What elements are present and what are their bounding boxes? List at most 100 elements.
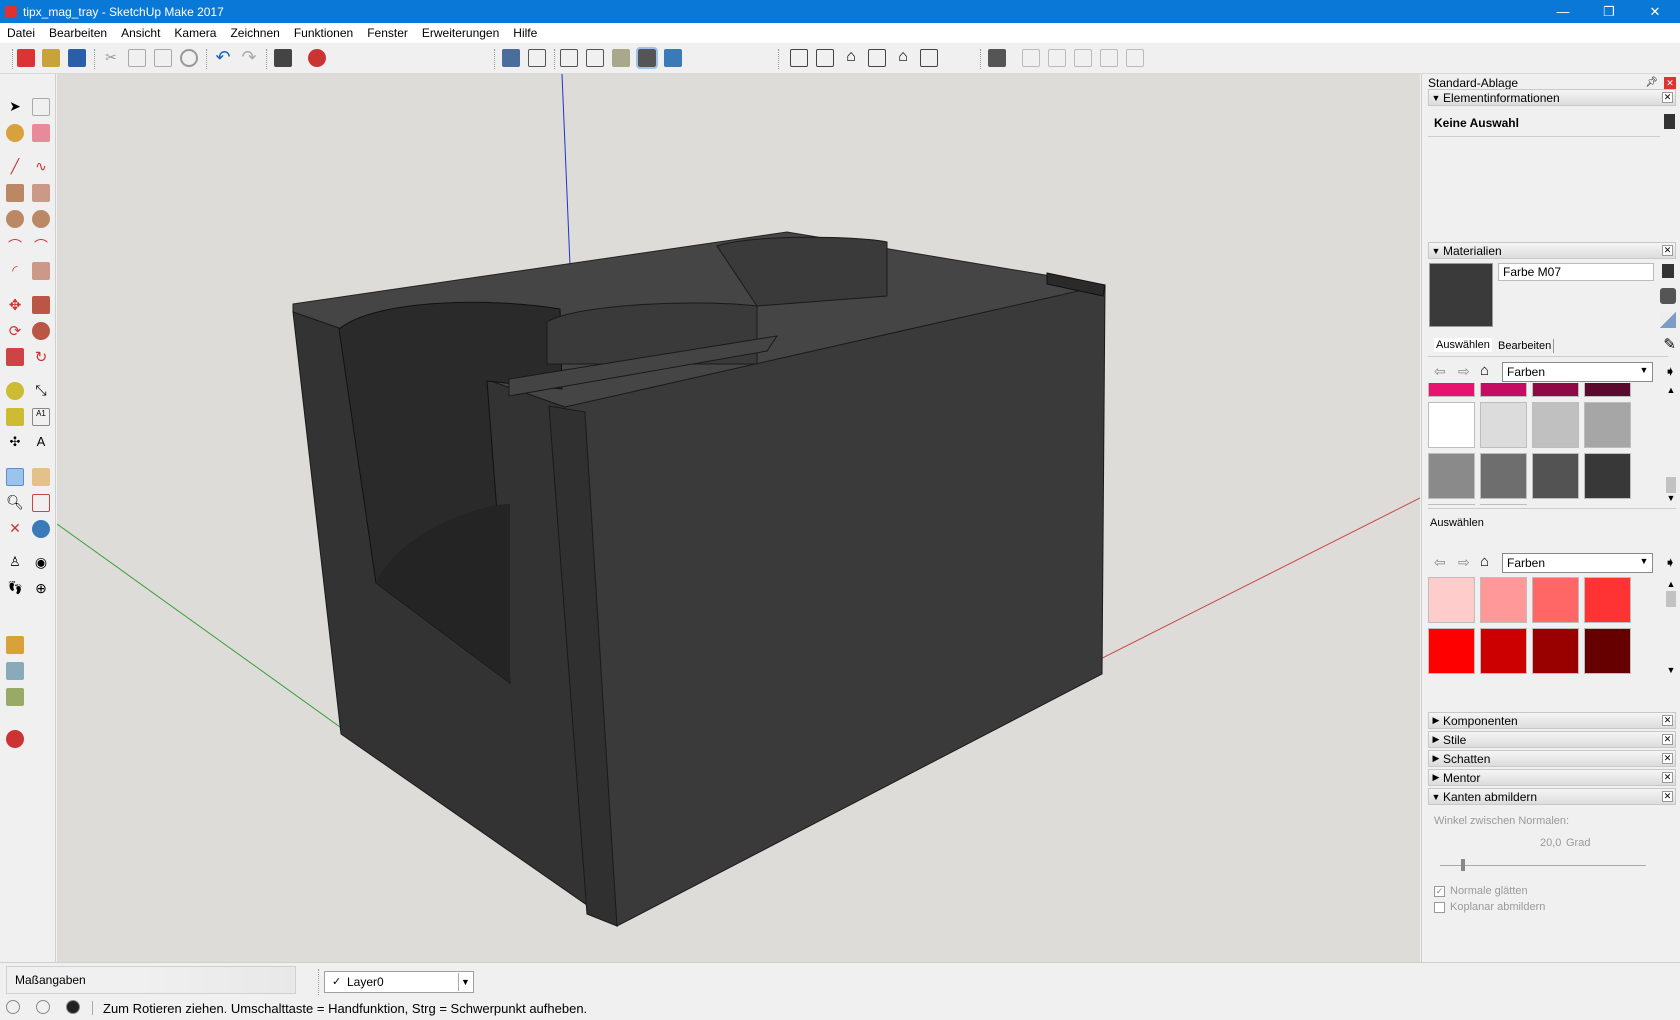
home-icon[interactable]: ⌂ (1480, 553, 1489, 570)
tape-measure-icon[interactable] (6, 382, 24, 400)
swatch[interactable] (1428, 577, 1475, 623)
offset-icon[interactable]: ↻ (32, 348, 50, 366)
polygon-icon[interactable] (32, 210, 50, 228)
paste-icon[interactable] (154, 49, 172, 67)
swatch[interactable] (1480, 504, 1527, 505)
orbit-icon[interactable] (6, 468, 24, 486)
xray-icon[interactable] (502, 49, 520, 67)
undo-icon[interactable]: ↶ (214, 48, 232, 67)
3d-text-icon[interactable]: A (32, 434, 50, 452)
scroll-thumb[interactable] (1666, 477, 1676, 493)
right-view-icon[interactable] (868, 49, 886, 67)
look-around-icon[interactable]: ◉ (32, 554, 50, 572)
home-icon[interactable]: ⌂ (1480, 362, 1489, 379)
swatch[interactable] (1480, 453, 1527, 499)
trim-icon[interactable] (1100, 49, 1118, 67)
minimize-button[interactable]: — (1540, 0, 1586, 23)
scroll-down-icon[interactable]: ▼ (1664, 493, 1678, 503)
position-camera-icon[interactable]: ♙ (6, 554, 24, 572)
swatch[interactable] (1584, 453, 1631, 499)
previous-view-icon[interactable] (32, 520, 50, 538)
print-icon[interactable] (274, 49, 292, 67)
menu-kamera[interactable]: Kamera (174, 26, 216, 40)
entity-info-close-icon[interactable]: ✕ (1662, 92, 1673, 103)
secondary-library-dropdown[interactable]: Farben ▼ (1502, 553, 1653, 573)
menu-erweiterungen[interactable]: Erweiterungen (422, 26, 499, 40)
soften-edges-header[interactable]: ▼ Kanten abmildern ✕ (1428, 788, 1676, 805)
menu-bearbeiten[interactable]: Bearbeiten (49, 26, 107, 40)
ruby-console-icon[interactable] (6, 730, 24, 748)
material-name-field[interactable]: Farbe M07 (1498, 263, 1654, 281)
two-point-arc-icon[interactable]: ⌒ (32, 236, 50, 254)
select-icon[interactable]: ➤ (6, 98, 24, 116)
dimension-icon[interactable]: ⤡ (32, 382, 50, 400)
scroll-thumb[interactable] (1666, 591, 1676, 607)
swatch[interactable] (1428, 383, 1475, 397)
swatch[interactable] (1480, 577, 1527, 623)
wireframe-icon[interactable] (560, 49, 578, 67)
details-toggle-icon[interactable] (1664, 114, 1675, 129)
credits-icon[interactable] (36, 1000, 50, 1014)
swatch[interactable] (1532, 577, 1579, 623)
make-component-icon[interactable] (32, 98, 50, 116)
split-icon[interactable] (1126, 49, 1144, 67)
shaded-textures-icon[interactable] (636, 47, 658, 69)
maximize-button[interactable]: ❐ (1586, 0, 1632, 23)
swatch[interactable] (1480, 383, 1527, 397)
union-icon[interactable] (1048, 49, 1066, 67)
back-arrow-icon[interactable]: ⇦ (1434, 554, 1446, 571)
library-dropdown[interactable]: Farben ▼ (1502, 362, 1653, 382)
components-header[interactable]: ▶ Komponenten ✕ (1428, 712, 1676, 729)
open-file-icon[interactable] (42, 49, 60, 67)
angle-slider-thumb[interactable] (1460, 859, 1465, 871)
measurements-box[interactable]: Maßangaben (6, 966, 296, 994)
menu-zeichnen[interactable]: Zeichnen (230, 26, 279, 40)
swatch-scrollbar-2[interactable]: ▲ ▼ (1664, 577, 1678, 677)
pan-icon[interactable] (32, 468, 50, 486)
copy-icon[interactable] (128, 49, 146, 67)
monochrome-icon[interactable] (664, 49, 682, 67)
swatch[interactable] (1584, 628, 1631, 674)
layer-dropdown[interactable]: ✓ Layer0 ▼ (324, 971, 474, 993)
entity-info-header[interactable]: ▼ Elementinformationen ✕ (1428, 89, 1676, 106)
eraser-icon[interactable] (32, 124, 50, 142)
text-icon[interactable]: A1 (32, 408, 50, 426)
mentor-close-icon[interactable]: ✕ (1662, 772, 1673, 783)
soften-edges-close-icon[interactable]: ✕ (1662, 791, 1673, 802)
materials-header[interactable]: ▼ Materialien ✕ (1428, 242, 1676, 259)
zoom-window-icon[interactable] (32, 494, 50, 512)
outer-shell-icon[interactable] (988, 49, 1006, 67)
close-button[interactable]: ✕ (1632, 0, 1678, 23)
styles-header[interactable]: ▶ Stile ✕ (1428, 731, 1676, 748)
swatch[interactable] (1480, 402, 1527, 448)
menu-hilfe[interactable]: Hilfe (513, 26, 537, 40)
warehouse-icon[interactable] (6, 636, 24, 654)
rectangle-icon[interactable] (6, 184, 24, 202)
swatch[interactable] (1584, 383, 1631, 397)
erase-icon[interactable] (180, 49, 198, 67)
pin-icon[interactable]: 📌︎ (1645, 77, 1658, 88)
iso-view-icon[interactable] (790, 49, 808, 67)
arc-icon[interactable]: ⌒ (6, 236, 24, 254)
move-icon[interactable]: ✥ (6, 296, 24, 314)
redo-icon[interactable]: ↷ (240, 48, 258, 67)
circle-icon[interactable] (6, 210, 24, 228)
swatch[interactable] (1532, 628, 1579, 674)
scroll-up-icon[interactable]: ▲ (1664, 579, 1678, 589)
swatch[interactable] (1584, 402, 1631, 448)
axes-icon[interactable]: ✣ (6, 434, 24, 452)
rotate-icon[interactable]: ⟳ (6, 322, 24, 340)
tab-select[interactable]: Auswählen (1434, 338, 1492, 352)
line-icon[interactable]: ╱ (6, 158, 24, 176)
mentor-header[interactable]: ▶ Mentor ✕ (1428, 769, 1676, 786)
share-model-icon[interactable] (6, 662, 24, 680)
scale-icon[interactable] (6, 348, 24, 366)
default-material-icon[interactable] (1660, 312, 1676, 328)
three-point-arc-icon[interactable]: ◜ (6, 262, 24, 280)
swatch[interactable] (1428, 628, 1475, 674)
swatch[interactable] (1428, 504, 1475, 505)
rotated-rectangle-icon[interactable] (32, 184, 50, 202)
user-account-icon[interactable] (66, 1000, 80, 1014)
protractor-icon[interactable] (6, 408, 24, 426)
details-arrow-icon[interactable]: ➧ (1664, 554, 1676, 571)
